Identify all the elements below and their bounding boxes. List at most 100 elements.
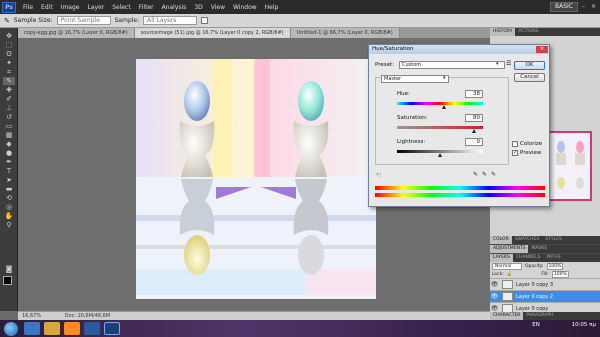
lightness-input[interactable]: 0 (465, 138, 483, 146)
stamp-tool-icon[interactable]: ⊥ (3, 104, 15, 112)
tab-masks[interactable]: MASKS (528, 245, 550, 253)
tab-character[interactable]: CHARACTER (490, 312, 524, 320)
saturation-slider[interactable] (397, 126, 483, 129)
show-ring-checkbox[interactable] (201, 17, 209, 24)
photoshop-logo[interactable]: Ps (2, 1, 16, 13)
visibility-eye-icon[interactable]: 👁 (490, 305, 499, 312)
dodge-tool-icon[interactable]: ● (3, 149, 15, 157)
sample-size-select[interactable]: Point Sample (56, 16, 111, 25)
navigator-thumbnail[interactable] (548, 131, 592, 201)
path-select-icon[interactable]: ➤ (3, 176, 15, 184)
clock[interactable]: 10:05 πμ (572, 322, 596, 328)
eyedropper-tool-icon[interactable]: ✎ (3, 77, 15, 85)
menu-image[interactable]: Image (57, 4, 84, 11)
hue-slider[interactable] (397, 102, 483, 105)
menu-filter[interactable]: Filter (135, 4, 158, 11)
quick-select-tool-icon[interactable]: ✦ (3, 59, 15, 67)
ok-button[interactable]: OK (514, 61, 545, 70)
quick-mask-icon[interactable]: ◙ (3, 265, 15, 273)
blur-tool-icon[interactable]: ◆ (3, 140, 15, 148)
tab-layers[interactable]: LAYERS (490, 254, 513, 262)
foreground-color[interactable] (3, 276, 12, 285)
minimize-icon[interactable]: – (579, 2, 588, 11)
brush-tool-icon[interactable]: ✐ (3, 95, 15, 103)
close-icon[interactable]: × (589, 2, 598, 11)
menu-select[interactable]: Select (108, 4, 135, 11)
3d-orbit-icon[interactable]: ◎ (3, 203, 15, 211)
saturation-input[interactable]: 80 (465, 114, 483, 122)
menu-help[interactable]: Help (261, 4, 283, 11)
preset-select[interactable]: Custom (399, 61, 505, 69)
eyedropper-icon[interactable]: ✎ (473, 171, 478, 178)
tab-channels[interactable]: CHANNELS (513, 254, 544, 262)
3d-rotate-icon[interactable]: ⟲ (3, 194, 15, 202)
visibility-eye-icon[interactable]: 👁 (490, 293, 499, 300)
hue-input[interactable]: 38 (465, 90, 483, 98)
photoshop-taskbar-icon[interactable] (104, 322, 120, 335)
eyedropper-icon[interactable]: ✎ (4, 17, 10, 25)
doc-tab-2[interactable]: sourceimage (51).jpg @ 16,7% (Layer 0 co… (134, 28, 291, 38)
hue-slider-thumb[interactable] (442, 105, 447, 109)
image-canvas[interactable] (136, 59, 376, 299)
zoom-tool-icon[interactable]: ⚲ (3, 221, 15, 229)
tab-color[interactable]: COLOR (490, 236, 512, 244)
zoom-level[interactable]: 16,67% (22, 313, 41, 319)
tab-styles[interactable]: STYLES (542, 236, 565, 244)
layer-row[interactable]: 👁 Layer 0 copy 3 (490, 279, 600, 291)
gradient-tool-icon[interactable]: ▦ (3, 131, 15, 139)
preview-checkbox[interactable]: ✓ (512, 150, 518, 156)
menu-edit[interactable]: Edit (37, 4, 57, 11)
menu-3d[interactable]: 3D (190, 4, 206, 11)
tab-paths[interactable]: PATHS (543, 254, 563, 262)
preset-options-icon[interactable]: ☰ (506, 60, 511, 67)
move-tool-icon[interactable]: ✥ (3, 32, 15, 40)
lock-icon[interactable]: 🔒 (507, 272, 513, 277)
explorer-icon[interactable] (44, 322, 60, 335)
lasso-tool-icon[interactable]: ʘ (3, 50, 15, 58)
workspace-switcher[interactable]: BASIC (550, 2, 578, 12)
lightness-slider-thumb[interactable] (438, 153, 442, 157)
dialog-close-icon[interactable]: × (536, 46, 548, 53)
tab-history[interactable]: HISTORY (490, 28, 516, 36)
healing-tool-icon[interactable]: ✚ (3, 86, 15, 94)
cancel-button[interactable]: Cancel (514, 73, 545, 82)
marquee-tool-icon[interactable]: ⬚ (3, 41, 15, 49)
tab-paragraph[interactable]: PARAGRAPH (523, 312, 556, 320)
sample-select[interactable]: All Layers (143, 16, 198, 25)
tab-adjustments[interactable]: ADJUSTMENTS (490, 245, 529, 253)
start-button[interactable] (4, 321, 18, 336)
pen-tool-icon[interactable]: ✒ (3, 158, 15, 166)
chevron-down-icon[interactable]: ▾ (443, 75, 446, 81)
type-tool-icon[interactable]: T (3, 167, 15, 175)
doc-tab-3[interactable]: Untitled-1 @ 66,7% (Layer 0, RGB/8#) (290, 28, 400, 38)
opacity-input[interactable]: 100% (546, 263, 564, 270)
tab-swatches[interactable]: SWATCHES (512, 236, 543, 244)
colorize-checkbox[interactable] (512, 141, 518, 147)
fill-input[interactable]: 100% (551, 271, 569, 278)
menu-file[interactable]: File (19, 4, 37, 11)
dialog-title-bar[interactable]: Hue/Saturation × (369, 45, 549, 54)
shape-tool-icon[interactable]: ▬ (3, 185, 15, 193)
history-brush-icon[interactable]: ↺ (3, 113, 15, 121)
chevron-down-icon[interactable]: ▾ (496, 61, 499, 67)
layer-row-selected[interactable]: 👁 Layer 0 copy 2 (490, 291, 600, 303)
menu-layer[interactable]: Layer (83, 4, 108, 11)
eyedropper-minus-icon[interactable]: ✎ (491, 171, 496, 178)
menu-view[interactable]: View (207, 4, 229, 11)
chrome-icon[interactable] (84, 322, 100, 335)
menu-window[interactable]: Window (229, 4, 261, 11)
tab-actions[interactable]: ACTIONS (515, 28, 541, 36)
eyedropper-plus-icon[interactable]: ✎ (482, 171, 487, 178)
channel-select[interactable]: Master (381, 75, 449, 83)
saturation-slider-thumb[interactable] (472, 129, 477, 133)
blend-mode-select[interactable]: Normal (492, 263, 522, 270)
ie-icon[interactable] (24, 322, 40, 335)
eraser-tool-icon[interactable]: ▭ (3, 122, 15, 130)
menu-analysis[interactable]: Analysis (158, 4, 191, 11)
doc-tab-1[interactable]: copy-egg.jpg @ 16,7% (Layer 0, RGB/8#) (18, 28, 135, 38)
crop-tool-icon[interactable]: ⌗ (3, 68, 15, 76)
visibility-eye-icon[interactable]: 👁 (490, 281, 499, 288)
hand-tool-icon[interactable]: ✋ (3, 212, 15, 220)
media-player-icon[interactable] (64, 322, 80, 335)
targeted-adjustment-hand-icon[interactable]: ☜ (375, 171, 381, 179)
